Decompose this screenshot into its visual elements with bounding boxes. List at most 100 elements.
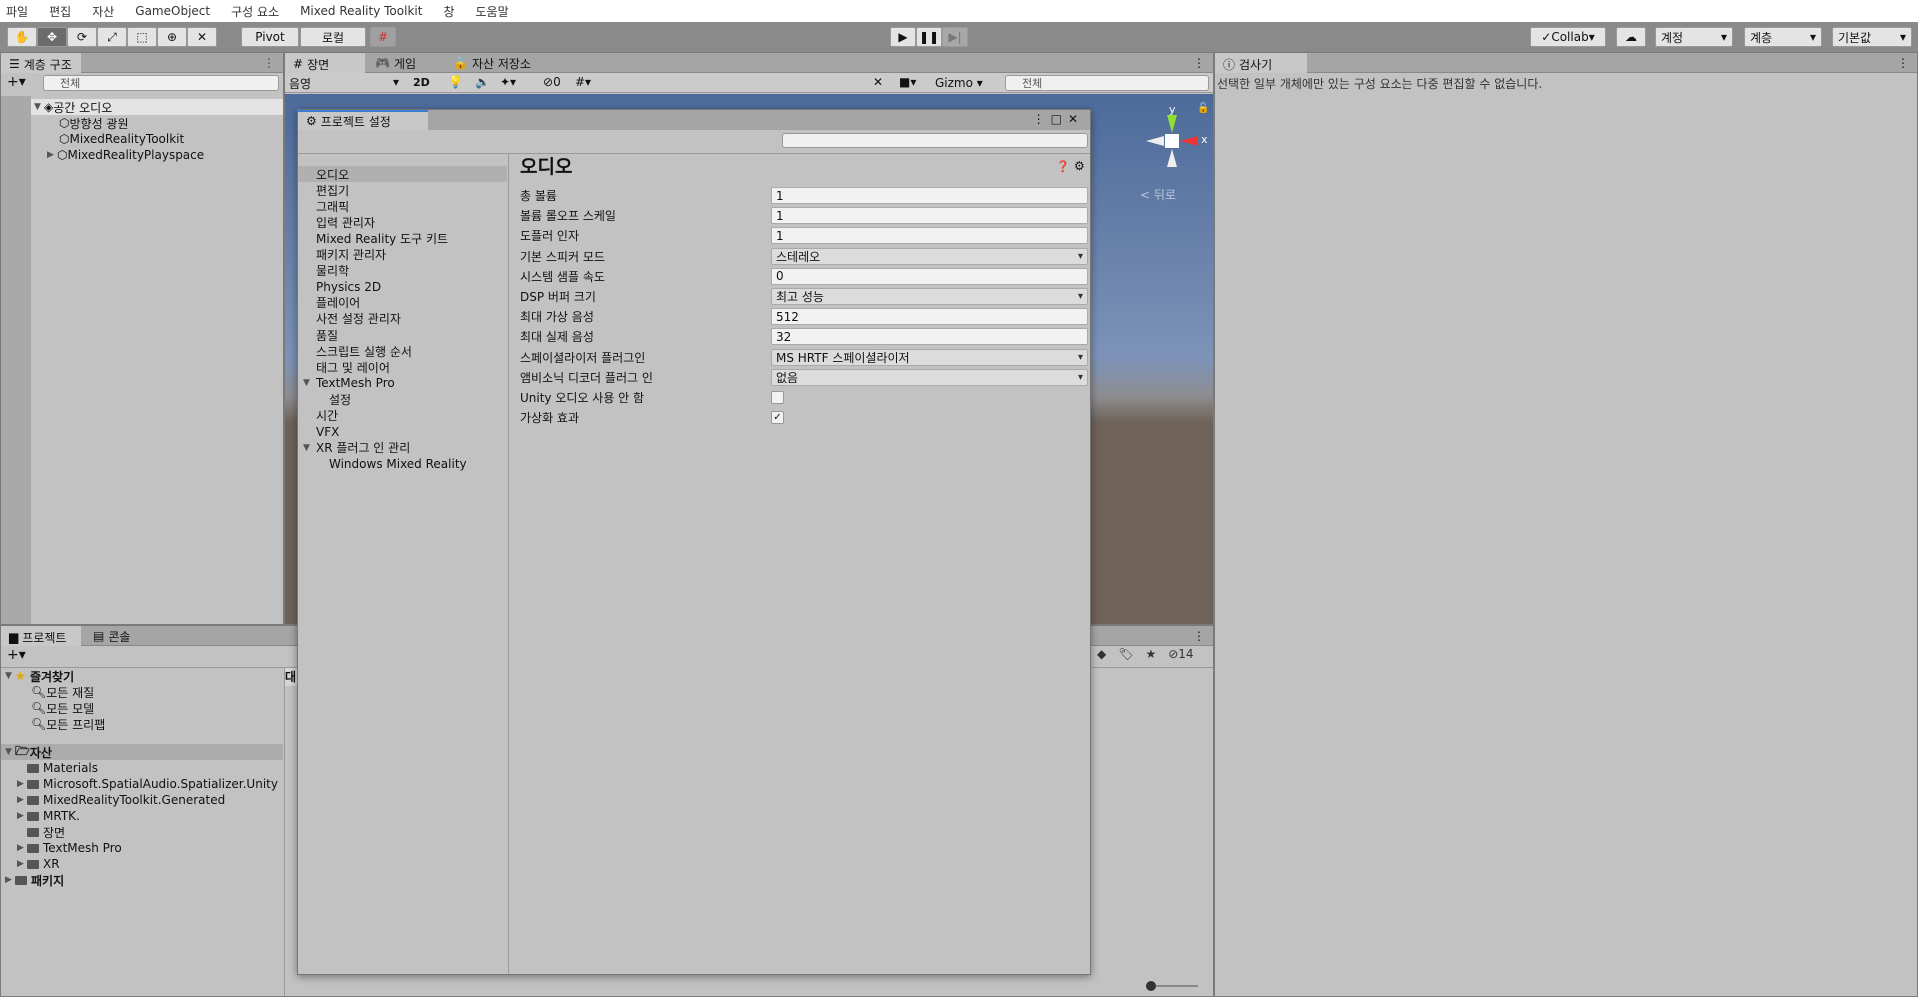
- step-button[interactable]: ▶|: [942, 27, 968, 47]
- menu-assets[interactable]: 자산: [92, 3, 114, 20]
- grid-icon[interactable]: #▾: [575, 75, 591, 89]
- expand-arrow-icon[interactable]: ▼: [303, 378, 310, 388]
- lock-icon[interactable]: 🔓: [1197, 103, 1209, 114]
- dropdown[interactable]: 스테레오: [771, 247, 1088, 265]
- tab-console[interactable]: ▤ 콘솔: [85, 626, 138, 646]
- rotate-tool-icon[interactable]: ⟳: [67, 27, 97, 47]
- settings-nav-item[interactable]: Windows Mixed Reality: [298, 456, 507, 472]
- settings-nav-item[interactable]: 편집기: [298, 182, 507, 198]
- settings-nav-item[interactable]: 입력 관리자: [298, 214, 507, 230]
- list-item[interactable]: 🔍︎ 모든 재질: [31, 684, 94, 700]
- expand-arrow-icon[interactable]: ▶: [17, 859, 27, 869]
- menu-edit[interactable]: 편집: [49, 3, 71, 20]
- checkbox[interactable]: [771, 391, 784, 404]
- move-tool-icon[interactable]: ✥: [37, 27, 67, 47]
- folder-item[interactable]: ▶ Microsoft.SpatialAudio.Spatializer.Unit…: [17, 776, 278, 792]
- text-field[interactable]: 512: [771, 308, 1088, 326]
- add-button[interactable]: +▾: [7, 74, 26, 90]
- help-icon[interactable]: ❓: [1056, 160, 1070, 173]
- panel-menu-icon[interactable]: ⋮: [1193, 56, 1205, 70]
- tab-asset-store[interactable]: 🔒 자산 저장소: [445, 53, 539, 73]
- lighting-icon[interactable]: 💡: [448, 75, 463, 89]
- panel-menu-icon[interactable]: ⋮: [1897, 56, 1909, 70]
- menu-window[interactable]: 창: [443, 3, 454, 20]
- settings-nav-item[interactable]: 오디오: [298, 166, 507, 182]
- settings-nav-item[interactable]: 물리학: [298, 263, 507, 279]
- zoom-slider[interactable]: [1146, 981, 1198, 991]
- scene-gizmo[interactable]: y x: [1143, 103, 1208, 171]
- hierarchy-search-input[interactable]: 전체: [43, 75, 279, 91]
- close-icon[interactable]: ✕: [1068, 112, 1084, 126]
- tab-hierarchy[interactable]: ☰ 계층 구조: [1, 53, 81, 73]
- list-item[interactable]: 🔍︎ 모든 모델: [31, 700, 94, 716]
- pause-button[interactable]: ❚❚: [916, 27, 942, 47]
- gizmo-dropdown[interactable]: Gizmo ▾: [935, 76, 983, 90]
- add-button[interactable]: +▾: [7, 647, 26, 663]
- tab-project[interactable]: ▆ 프로젝트: [1, 626, 81, 646]
- list-item[interactable]: 🔍︎ 모든 프리팹: [31, 716, 105, 732]
- checkbox[interactable]: ✓: [771, 411, 784, 425]
- folder-item[interactable]: ▶ TextMesh Pro: [17, 840, 122, 856]
- list-item[interactable]: ⬡ MixedRealityToolkit: [59, 131, 184, 147]
- scene-search-input[interactable]: 전체: [1005, 75, 1209, 91]
- local-button[interactable]: 로컬: [300, 27, 366, 47]
- expand-arrow-icon[interactable]: ▶: [17, 811, 27, 821]
- packages-row[interactable]: ▶ 패키지: [5, 872, 64, 888]
- panel-menu-icon[interactable]: ⋮: [263, 56, 275, 70]
- 2d-toggle[interactable]: 2D: [413, 76, 430, 89]
- hidden-objects-toggle[interactable]: ⊘0: [543, 75, 561, 89]
- settings-search-input[interactable]: [782, 133, 1088, 148]
- dropdown[interactable]: MS HRTF 스페이셜라이저: [771, 348, 1088, 366]
- expand-arrow-icon[interactable]: ▶: [17, 779, 27, 789]
- type-filter-icon[interactable]: ◆: [1097, 647, 1106, 661]
- audio-icon[interactable]: 🔈: [475, 75, 490, 89]
- settings-nav-item[interactable]: ▼ XR 플러그 인 관리: [298, 440, 507, 456]
- layers-dropdown[interactable]: 계층 ▾: [1744, 27, 1822, 47]
- settings-nav-item[interactable]: Physics 2D: [298, 279, 507, 295]
- menu-help[interactable]: 도움말: [475, 3, 508, 20]
- settings-nav-item[interactable]: Mixed Reality 도구 키트: [298, 230, 507, 246]
- favorite-icon[interactable]: ★: [1145, 647, 1156, 661]
- settings-nav-item[interactable]: ▼ TextMesh Pro: [298, 375, 507, 391]
- label-filter-icon[interactable]: 🏷︎: [1118, 647, 1133, 661]
- maximize-icon[interactable]: □: [1051, 112, 1068, 126]
- tools-icon[interactable]: ✕: [873, 75, 883, 89]
- scale-tool-icon[interactable]: ⤢: [97, 27, 127, 47]
- text-field[interactable]: 1: [771, 227, 1088, 245]
- list-item[interactable]: ▶ ⬡ MixedRealityPlayspace: [47, 147, 204, 163]
- effects-icon[interactable]: ✦▾: [500, 75, 516, 89]
- play-button[interactable]: ▶: [890, 27, 916, 47]
- scene-row[interactable]: ▼ ◈ 공간 오디오: [31, 99, 283, 115]
- expand-arrow-icon[interactable]: ▶: [17, 795, 27, 805]
- settings-nav-item[interactable]: 시간: [298, 408, 507, 424]
- assets-row[interactable]: ▼ 🗁 자산: [1, 744, 283, 760]
- dropdown[interactable]: 최고 성능: [771, 288, 1088, 305]
- tab-game[interactable]: 🎮 게임: [367, 53, 424, 73]
- menu-icon[interactable]: ⋮: [1033, 112, 1051, 126]
- menu-mrtk[interactable]: Mixed Reality Toolkit: [300, 4, 422, 18]
- tab-project-settings[interactable]: ⚙ 프로젝트 설정: [298, 110, 428, 130]
- back-label[interactable]: < 뒤로: [1140, 186, 1176, 203]
- settings-nav-item[interactable]: 설정: [298, 391, 507, 407]
- camera-icon[interactable]: ■▾: [899, 75, 916, 89]
- settings-nav-item[interactable]: 품질: [298, 327, 507, 343]
- settings-nav-item[interactable]: VFX: [298, 424, 507, 440]
- tab-scene[interactable]: # 장면: [285, 53, 365, 73]
- settings-nav-item[interactable]: 플레이어: [298, 295, 507, 311]
- gear-icon[interactable]: ⚙: [1074, 159, 1085, 173]
- rect-tool-icon[interactable]: ⬚: [127, 27, 157, 47]
- folder-item[interactable]: ▶ MixedRealityToolkit.Generated: [17, 792, 225, 808]
- account-dropdown[interactable]: 계정 ▾: [1655, 27, 1733, 47]
- menu-gameobject[interactable]: GameObject: [135, 4, 210, 18]
- settings-nav-item[interactable]: 패키지 관리자: [298, 247, 507, 263]
- settings-nav-item[interactable]: 그래픽: [298, 198, 507, 214]
- folder-item[interactable]: ▶ XR: [17, 856, 60, 872]
- text-field[interactable]: 1: [771, 187, 1088, 204]
- settings-nav-item[interactable]: 사전 설정 관리자: [298, 311, 507, 327]
- custom-tool-icon[interactable]: ✕: [187, 27, 217, 47]
- expand-arrow-icon[interactable]: ▼: [303, 443, 310, 453]
- settings-nav-item[interactable]: 태그 및 레이어: [298, 359, 507, 375]
- dropdown[interactable]: 없음: [771, 368, 1088, 386]
- layout-dropdown[interactable]: 기본값 ▾: [1832, 27, 1912, 47]
- menu-component[interactable]: 구성 요소: [231, 3, 279, 20]
